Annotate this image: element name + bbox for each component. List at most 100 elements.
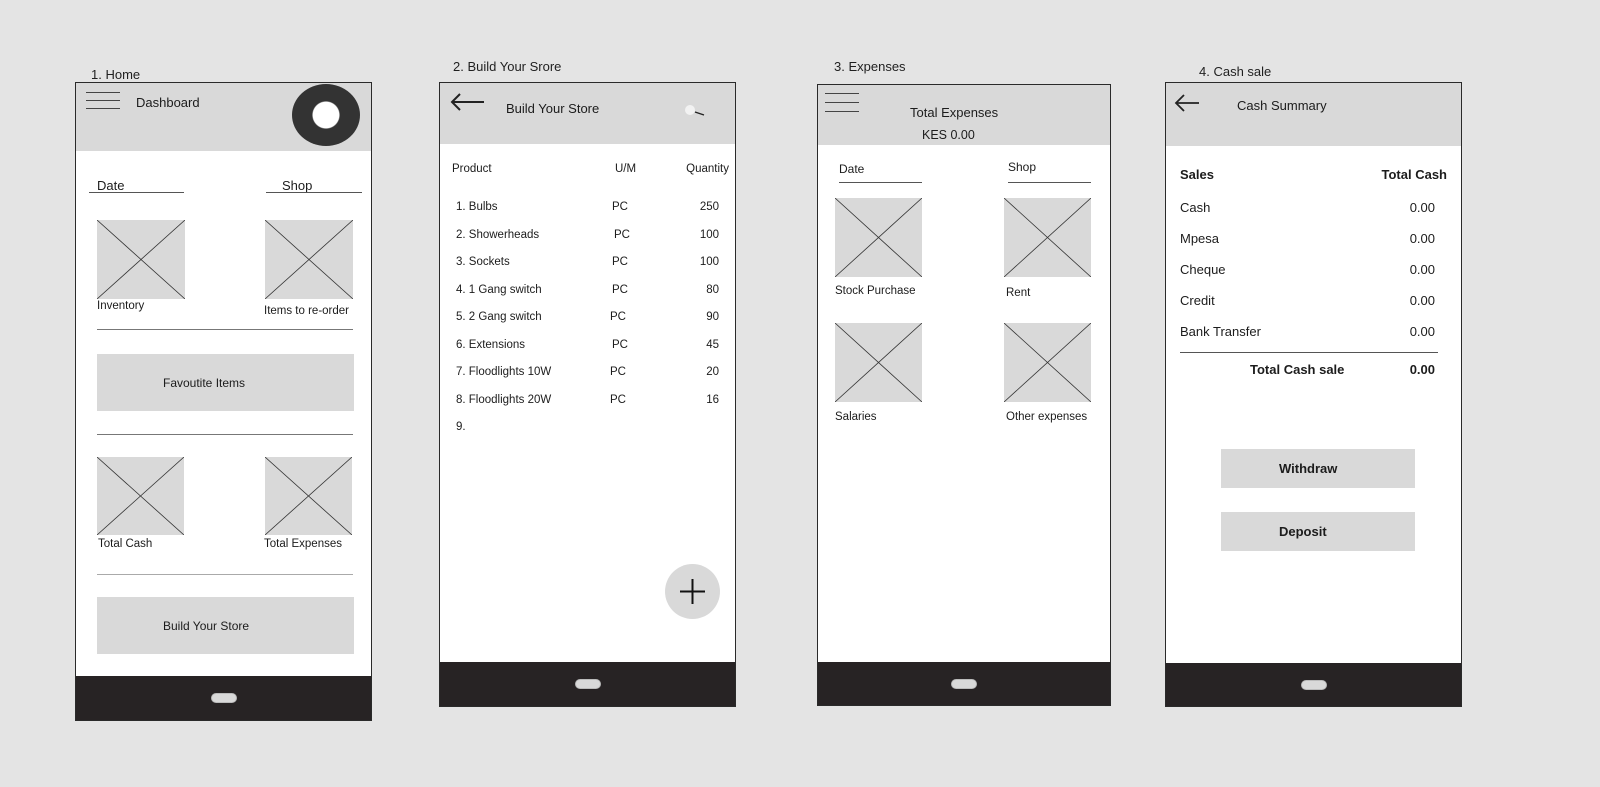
sales-column-header: Sales xyxy=(1180,167,1214,182)
build-your-store-label: Build Your Store xyxy=(163,619,250,633)
system-nav-bar xyxy=(818,662,1110,705)
payment-method: Cash xyxy=(1180,200,1211,215)
table-row[interactable]: 9. xyxy=(440,421,735,441)
hamburger-menu-icon[interactable] xyxy=(86,92,120,110)
total-expenses-tile-label: Total Expenses xyxy=(264,538,342,550)
total-cash-sale-row: Total Cash sale 0.00 xyxy=(1180,362,1447,382)
product-name: 7. Floodlights 10W xyxy=(456,366,552,378)
total-cash-sale-label: Total Cash sale xyxy=(1250,362,1345,377)
app-bar: Build Your Store xyxy=(440,83,735,144)
home-pill-icon[interactable] xyxy=(1300,679,1327,690)
inventory-tile-image[interactable] xyxy=(97,220,185,299)
total-cash-tile-image[interactable] xyxy=(97,457,184,535)
quantity: 100 xyxy=(699,256,719,268)
stock-purchase-tile-label: Stock Purchase xyxy=(835,285,916,297)
product-name: 8. Floodlights 20W xyxy=(456,394,552,406)
home-pill-icon[interactable] xyxy=(951,678,977,689)
table-row[interactable]: 1. Bulbs PC 250 xyxy=(440,201,735,221)
table-row[interactable]: 2. Showerheads PC 100 xyxy=(440,229,735,249)
page-title: Total Expenses xyxy=(910,105,999,120)
cash-summary-row: Credit 0.00 xyxy=(1180,293,1447,313)
system-nav-bar xyxy=(76,676,371,720)
column-header-um: U/M xyxy=(615,163,637,175)
phone-cash-sale: Cash Summary Sales Total Cash Cash 0.00 … xyxy=(1165,82,1462,707)
unit-of-measure: PC xyxy=(610,311,626,323)
total-cash-tile-label: Total Cash xyxy=(98,538,153,550)
table-row[interactable]: 3. Sockets PC 100 xyxy=(440,256,735,276)
table-row[interactable]: 6. Extensions PC 45 xyxy=(440,339,735,359)
reorder-tile-image[interactable] xyxy=(265,220,353,299)
payment-amount: 0.00 xyxy=(1409,324,1435,339)
home-pill-icon[interactable] xyxy=(574,679,601,689)
divider xyxy=(97,574,353,575)
other-expenses-tile-label: Other expenses xyxy=(1006,411,1088,423)
phone-build-store: Build Your Store Product U/M Quantity 1.… xyxy=(439,82,736,707)
app-bar: Cash Summary xyxy=(1166,83,1461,146)
deposit-button[interactable]: Deposit xyxy=(1221,512,1415,551)
table-row[interactable]: 5. 2 Gang switch PC 90 xyxy=(440,311,735,331)
withdraw-button[interactable]: Withdraw xyxy=(1221,449,1415,488)
system-nav-bar xyxy=(440,662,735,706)
shop-filter-field[interactable] xyxy=(266,192,362,193)
payment-amount: 0.00 xyxy=(1409,231,1435,246)
plus-icon xyxy=(680,579,705,604)
search-icon[interactable] xyxy=(683,103,707,119)
cash-summary-row: Mpesa 0.00 xyxy=(1180,231,1447,251)
column-header-product: Product xyxy=(452,163,492,175)
total-cash-column-header: Total Cash xyxy=(1381,167,1448,182)
home-pill-icon[interactable] xyxy=(210,693,237,703)
table-header: Product U/M Quantity xyxy=(440,163,735,183)
total-cash-sale-value: 0.00 xyxy=(1409,362,1435,377)
date-filter-field[interactable] xyxy=(89,192,184,193)
shop-filter-field[interactable] xyxy=(1008,182,1091,183)
inventory-tile-label: Inventory xyxy=(97,300,145,312)
other-expenses-tile-image[interactable] xyxy=(1004,323,1091,402)
frame-label-expenses: 3. Expenses xyxy=(834,59,906,74)
hamburger-menu-icon[interactable] xyxy=(825,93,859,113)
quantity: 250 xyxy=(699,201,719,213)
build-your-store-button[interactable]: Build Your Store xyxy=(97,597,354,654)
frame-label-build-store: 2. Build Your Srore xyxy=(453,59,562,74)
quantity: 45 xyxy=(706,339,719,351)
payment-method: Credit xyxy=(1180,293,1215,308)
profile-ring-icon[interactable] xyxy=(292,84,360,146)
table-row[interactable]: 4. 1 Gang switch PC 80 xyxy=(440,284,735,304)
shop-filter-label: Shop xyxy=(282,178,313,193)
page-title: Dashboard xyxy=(136,95,200,110)
date-filter-field[interactable] xyxy=(839,182,922,183)
divider xyxy=(97,329,353,330)
system-nav-bar xyxy=(1166,663,1461,706)
total-expenses-tile-image[interactable] xyxy=(265,457,352,535)
page-title: Build Your Store xyxy=(506,101,600,116)
unit-of-measure: PC xyxy=(612,256,628,268)
product-table: Product U/M Quantity 1. Bulbs PC 250 2. … xyxy=(440,163,735,523)
app-bar: Dashboard xyxy=(76,83,371,151)
frame-label-cash-sale: 4. Cash sale xyxy=(1199,64,1272,79)
stock-purchase-tile-image[interactable] xyxy=(835,198,922,277)
add-item-button[interactable] xyxy=(665,564,720,619)
cash-summary-row: Bank Transfer 0.00 xyxy=(1180,324,1447,344)
favourite-items-button[interactable]: Favoutite Items xyxy=(97,354,354,411)
total-divider xyxy=(1180,352,1438,353)
rent-tile-label: Rent xyxy=(1006,287,1031,299)
quantity: 90 xyxy=(706,311,719,323)
rent-tile-image[interactable] xyxy=(1004,198,1091,277)
deposit-label: Deposit xyxy=(1279,524,1327,539)
page-title: Cash Summary xyxy=(1237,98,1327,113)
quantity: 20 xyxy=(706,366,719,378)
unit-of-measure: PC xyxy=(612,339,628,351)
cash-summary-row: Cheque 0.00 xyxy=(1180,262,1447,282)
product-name: 1. Bulbs xyxy=(456,201,498,213)
table-row[interactable]: 7. Floodlights 10W PC 20 xyxy=(440,366,735,386)
unit-of-measure: PC xyxy=(610,394,626,406)
product-name: 4. 1 Gang switch xyxy=(456,284,542,296)
back-arrow-icon[interactable] xyxy=(1174,94,1200,112)
salaries-tile-image[interactable] xyxy=(835,323,922,402)
product-name: 6. Extensions xyxy=(456,339,526,351)
unit-of-measure: PC xyxy=(610,366,626,378)
table-row[interactable]: 8. Floodlights 20W PC 16 xyxy=(440,394,735,414)
product-name: 5. 2 Gang switch xyxy=(456,311,542,323)
unit-of-measure: PC xyxy=(612,284,628,296)
back-arrow-icon[interactable] xyxy=(450,93,486,111)
salaries-tile-label: Salaries xyxy=(835,411,877,423)
